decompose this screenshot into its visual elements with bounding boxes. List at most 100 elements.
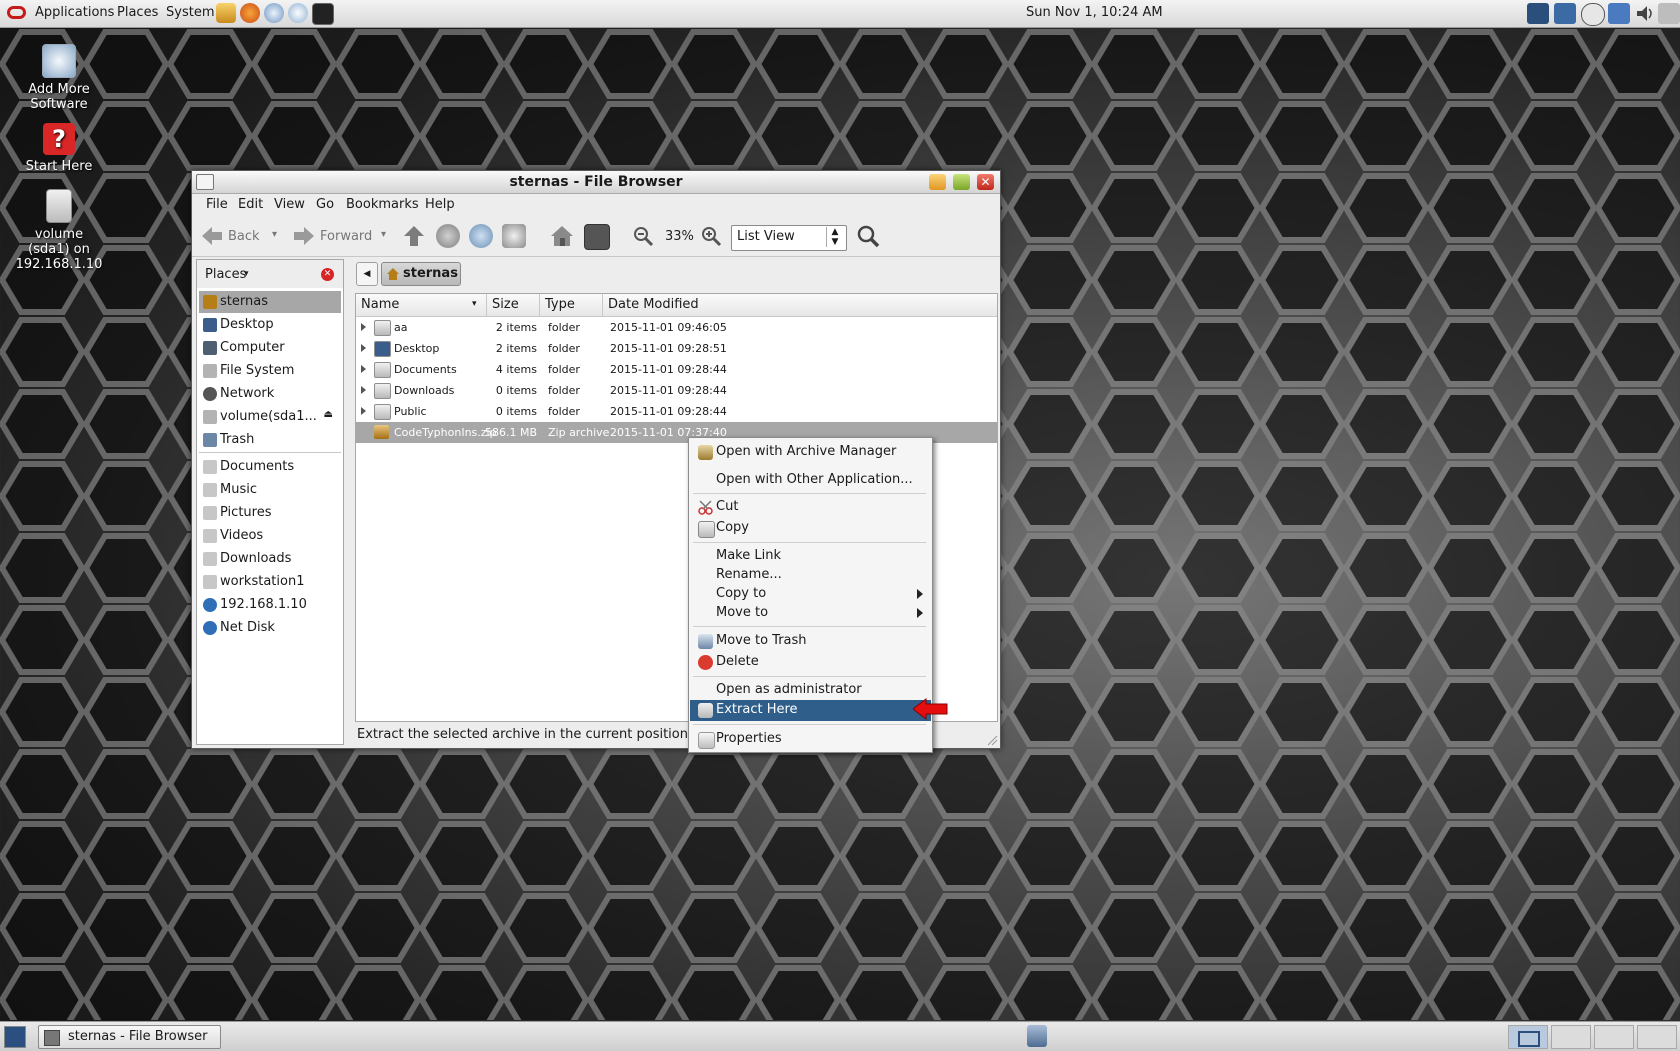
- view-mode-select[interactable]: List View ▲ ▼: [731, 225, 847, 251]
- desktop-icon-add-software[interactable]: Add More Software: [4, 44, 114, 112]
- close-button[interactable]: ✕: [977, 174, 994, 190]
- sidebar-item[interactable]: Music: [199, 479, 341, 501]
- column-name[interactable]: Name ▾: [356, 294, 487, 317]
- expand-arrow-icon[interactable]: [361, 407, 366, 415]
- menu-copy-to[interactable]: Copy to: [690, 584, 931, 604]
- workspace-3[interactable]: [1594, 1025, 1634, 1049]
- network-status-icon[interactable]: [1554, 3, 1576, 24]
- eject-icon[interactable]: ⏏: [324, 409, 333, 420]
- column-date-modified[interactable]: Date Modified: [603, 294, 997, 317]
- reload-icon[interactable]: [469, 224, 493, 248]
- zoom-out-icon[interactable]: [631, 224, 655, 248]
- close-sidebar-icon[interactable]: ✕: [321, 268, 334, 281]
- sidebar-item[interactable]: Desktop: [199, 314, 341, 336]
- trash-applet-icon[interactable]: [1027, 1025, 1047, 1047]
- email-launcher-icon[interactable]: [264, 3, 284, 23]
- column-size[interactable]: Size: [487, 294, 540, 317]
- menu-rename[interactable]: Rename...: [690, 565, 931, 585]
- menu-open-other-app[interactable]: Open with Other Application...: [690, 470, 931, 490]
- sidebar-item[interactable]: Pictures: [199, 502, 341, 524]
- places-menu[interactable]: Places: [117, 5, 158, 20]
- show-desktop-icon[interactable]: [4, 1026, 26, 1048]
- table-row[interactable]: Desktop 2 items folder 2015-11-01 09:28:51: [356, 338, 997, 359]
- sidebar-item[interactable]: sternas: [199, 291, 341, 313]
- table-row[interactable]: Documents 4 items folder 2015-11-01 09:28:4…: [356, 359, 997, 380]
- workspace-1[interactable]: [1508, 1025, 1548, 1049]
- system-monitor-icon[interactable]: [1527, 3, 1549, 24]
- sidebar-item[interactable]: 192.168.1.10: [199, 594, 341, 616]
- menu-properties[interactable]: Properties: [690, 729, 931, 749]
- oracle-logo-icon[interactable]: [7, 6, 26, 19]
- back-history-chevron-icon[interactable]: ▾: [272, 229, 277, 253]
- workspace-2[interactable]: [1551, 1025, 1591, 1049]
- sidebar-item[interactable]: Trash: [199, 429, 341, 451]
- update-launcher-icon[interactable]: [288, 3, 308, 23]
- sidebar-item[interactable]: workstation1: [199, 571, 341, 593]
- accessibility-icon[interactable]: [1608, 3, 1630, 24]
- sidebar-item[interactable]: Computer: [199, 337, 341, 359]
- menu-go[interactable]: Go: [316, 197, 334, 212]
- menu-view[interactable]: View: [274, 197, 305, 212]
- volume-icon[interactable]: [1634, 3, 1656, 24]
- firefox-launcher-icon[interactable]: [240, 3, 260, 23]
- menu-bookmarks[interactable]: Bookmarks: [346, 197, 419, 212]
- menu-delete[interactable]: Delete: [690, 652, 931, 672]
- menu-open-as-admin[interactable]: Open as administrator: [690, 680, 931, 700]
- up-arrow-icon[interactable]: [402, 224, 426, 248]
- minimize-button[interactable]: [929, 174, 946, 190]
- menu-help[interactable]: Help: [425, 197, 455, 212]
- maximize-button[interactable]: [953, 174, 970, 190]
- window-titlebar[interactable]: sternas - File Browser ✕: [192, 171, 1000, 194]
- table-row[interactable]: aa 2 items folder 2015-11-01 09:46:05: [356, 317, 997, 338]
- expand-arrow-icon[interactable]: [361, 344, 366, 352]
- shutdown-icon[interactable]: [1658, 3, 1680, 24]
- desktop-icon-volume[interactable]: volume (sda1) on 192.168.1.10: [4, 189, 114, 272]
- sidebar-item[interactable]: Net Disk: [199, 617, 341, 639]
- table-row[interactable]: Downloads 0 items folder 2015-11-01 09:28:4…: [356, 380, 997, 401]
- workspace-4[interactable]: [1637, 1025, 1677, 1049]
- terminal-launcher-icon[interactable]: [312, 3, 334, 25]
- clock-applet-icon[interactable]: [1581, 3, 1605, 26]
- sidebar-item[interactable]: Network: [199, 383, 341, 405]
- breadcrumb-sternas[interactable]: sternas: [381, 262, 461, 286]
- menu-copy[interactable]: Copy: [690, 518, 931, 538]
- home-toolbar-icon[interactable]: [550, 224, 574, 248]
- table-row[interactable]: Public 0 items folder 2015-11-01 09:28:44: [356, 401, 997, 422]
- column-type[interactable]: Type: [540, 294, 603, 317]
- chevron-down-icon[interactable]: ▾: [244, 269, 249, 279]
- expand-arrow-icon[interactable]: [361, 365, 366, 373]
- places-dropdown[interactable]: Places: [205, 267, 246, 282]
- taskbar-item-file-browser[interactable]: sternas - File Browser: [38, 1025, 221, 1049]
- applications-menu[interactable]: Applications: [35, 5, 114, 20]
- computer-toolbar-icon[interactable]: [584, 224, 610, 250]
- resize-grip-icon[interactable]: [986, 734, 998, 746]
- expand-arrow-icon[interactable]: [361, 386, 366, 394]
- menu-move-to-trash[interactable]: Move to Trash: [690, 631, 931, 651]
- forward-history-chevron-icon[interactable]: ▾: [381, 229, 386, 253]
- sidebar-item-label: Computer: [220, 340, 285, 355]
- sidebar-item[interactable]: volume(sda1... ⏏: [199, 406, 341, 428]
- menu-cut[interactable]: Cut: [690, 497, 931, 517]
- home-launcher-icon[interactable]: [216, 3, 236, 23]
- breadcrumb-left-icon[interactable]: ◀: [356, 262, 378, 286]
- back-button[interactable]: Back: [228, 229, 260, 253]
- expand-arrow-icon[interactable]: [361, 323, 366, 331]
- menu-open-archive-manager[interactable]: Open with Archive Manager: [690, 442, 931, 462]
- forward-button[interactable]: Forward: [320, 229, 372, 253]
- drive-toolbar-icon[interactable]: [502, 224, 526, 248]
- desktop-icon-start-here[interactable]: ? Start Here: [4, 123, 114, 174]
- sidebar-item[interactable]: File System: [199, 360, 341, 382]
- clock[interactable]: Sun Nov 1, 10:24 AM: [1026, 5, 1163, 20]
- menu-move-to[interactable]: Move to: [690, 603, 931, 623]
- sidebar-item[interactable]: Documents: [199, 452, 341, 478]
- menu-make-link[interactable]: Make Link: [690, 546, 931, 566]
- menu-file[interactable]: File: [206, 197, 228, 212]
- system-menu[interactable]: System: [166, 5, 214, 20]
- search-icon[interactable]: [856, 224, 880, 248]
- sidebar-item[interactable]: Downloads: [199, 548, 341, 570]
- stop-icon[interactable]: [436, 224, 460, 248]
- sidebar-item[interactable]: Videos: [199, 525, 341, 547]
- menu-extract-here[interactable]: Extract Here: [690, 700, 931, 721]
- menu-edit[interactable]: Edit: [238, 197, 263, 212]
- zoom-in-icon[interactable]: [699, 224, 723, 248]
